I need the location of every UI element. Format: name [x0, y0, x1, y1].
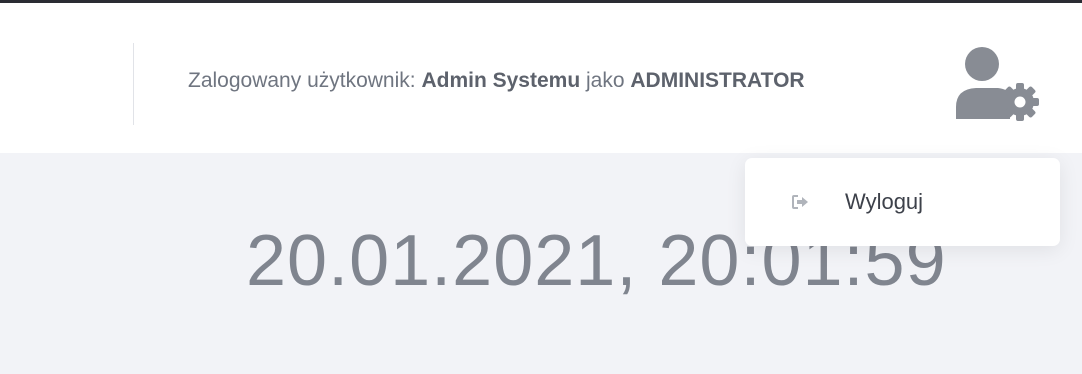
user-dropdown-menu: Wyloguj	[745, 158, 1060, 246]
top-header: Zalogowany użytkownik: Admin Systemu jak…	[0, 3, 1082, 153]
logged-in-label: Zalogowany użytkownik:	[188, 69, 416, 92]
user-role: ADMINISTRATOR	[630, 69, 805, 92]
logout-label: Wyloguj	[845, 189, 924, 214]
sign-out-icon	[792, 195, 808, 209]
user-name: Admin Systemu	[421, 69, 581, 92]
header-divider	[133, 43, 134, 125]
user-cog-icon	[956, 47, 1039, 121]
logged-in-user-info: Zalogowany użytkownik: Admin Systemu jak…	[188, 67, 805, 95]
logout-menu-item[interactable]: Wyloguj	[745, 158, 1060, 246]
role-connector: jako	[586, 69, 625, 92]
user-menu-button[interactable]	[952, 45, 1044, 125]
